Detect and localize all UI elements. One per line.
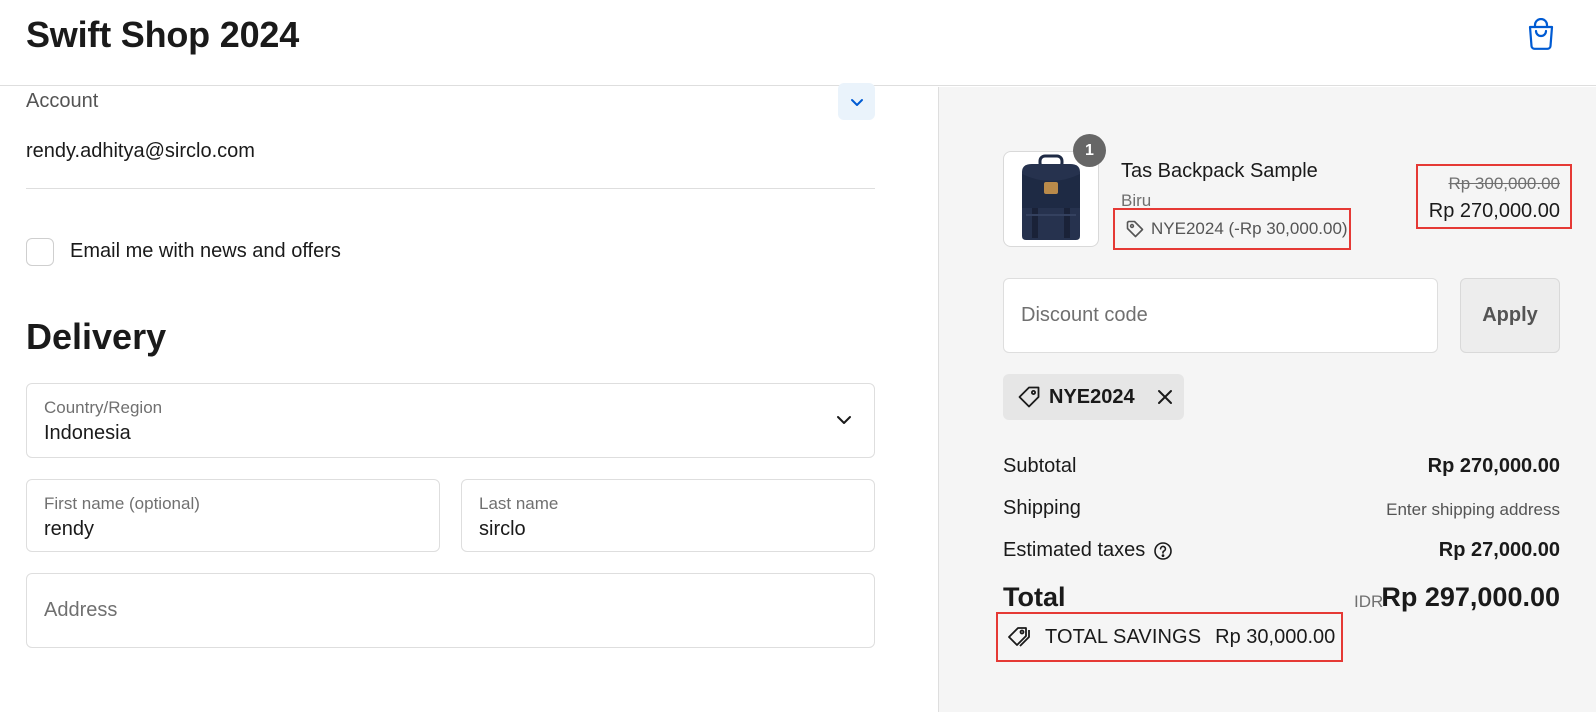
apply-button[interactable]: Apply xyxy=(1460,278,1560,353)
last-name-value: sirclo xyxy=(479,518,526,540)
help-icon[interactable] xyxy=(1153,541,1173,561)
tags-icon xyxy=(1008,627,1030,647)
chevron-down-icon xyxy=(850,98,863,106)
country-label: Country/Region xyxy=(44,398,163,417)
newsletter-label[interactable]: Email me with news and offers xyxy=(70,240,341,263)
last-name-label: Last name xyxy=(479,494,559,513)
close-icon xyxy=(1157,390,1172,404)
divider xyxy=(26,188,875,189)
newsletter-checkbox[interactable] xyxy=(26,238,54,266)
remove-discount-button[interactable] xyxy=(1157,389,1173,405)
first-name-field[interactable]: First name (optional) rendy xyxy=(26,479,440,552)
address-field[interactable]: Address xyxy=(26,573,875,648)
country-value: Indonesia xyxy=(44,422,131,444)
product-discount-line: NYE2024 (-Rp 30,000.00) xyxy=(1113,208,1351,250)
discount-code-input[interactable] xyxy=(1003,278,1438,353)
total-value: Rp 297,000.00 xyxy=(1381,582,1560,612)
first-name-label: First name (optional) xyxy=(44,494,200,513)
savings-value: Rp 30,000.00 xyxy=(1215,625,1336,648)
address-placeholder: Address xyxy=(44,599,118,621)
shopping-bag-icon[interactable] xyxy=(1526,17,1556,50)
product-discount-text: NYE2024 (-Rp 30,000.00) xyxy=(1151,219,1348,238)
first-name-value: rendy xyxy=(44,518,95,540)
taxes-row: Estimated taxes xyxy=(1003,539,1173,562)
discounted-price: Rp 270,000.00 xyxy=(1428,200,1560,222)
product-name: Tas Backpack Sample xyxy=(1121,160,1318,182)
original-price: Rp 300,000.00 xyxy=(1448,174,1560,193)
applied-code: NYE2024 xyxy=(1049,385,1135,408)
account-toggle-button[interactable] xyxy=(838,83,875,120)
country-select[interactable]: Country/Region Indonesia xyxy=(26,383,875,458)
applied-discount-chip: NYE2024 xyxy=(1003,374,1184,420)
total-label: Total xyxy=(1003,582,1066,612)
last-name-field[interactable]: Last name sirclo xyxy=(461,479,875,552)
total-currency: IDR xyxy=(1354,592,1384,611)
chevron-down-icon xyxy=(836,412,852,430)
tag-icon xyxy=(1126,220,1144,238)
delivery-heading: Delivery xyxy=(26,316,167,357)
product-price: Rp 300,000.00 Rp 270,000.00 xyxy=(1416,164,1572,229)
subtotal-label: Subtotal xyxy=(1003,455,1077,477)
header: Swift Shop 2024 xyxy=(0,0,1596,86)
shipping-value: Enter shipping address xyxy=(1386,500,1560,519)
quantity-badge: 1 xyxy=(1073,134,1106,167)
account-email: rendy.adhitya@sirclo.com xyxy=(26,140,255,162)
savings-label: TOTAL SAVINGS xyxy=(1045,625,1202,648)
shop-title[interactable]: Swift Shop 2024 xyxy=(26,14,299,56)
shipping-label: Shipping xyxy=(1003,497,1081,519)
account-label: Account xyxy=(26,90,99,112)
taxes-value: Rp 27,000.00 xyxy=(1438,539,1560,561)
subtotal-value: Rp 270,000.00 xyxy=(1427,455,1560,477)
total-savings: TOTAL SAVINGS Rp 30,000.00 xyxy=(996,612,1343,662)
taxes-label: Estimated taxes xyxy=(1003,539,1146,561)
tag-icon xyxy=(1018,386,1040,408)
